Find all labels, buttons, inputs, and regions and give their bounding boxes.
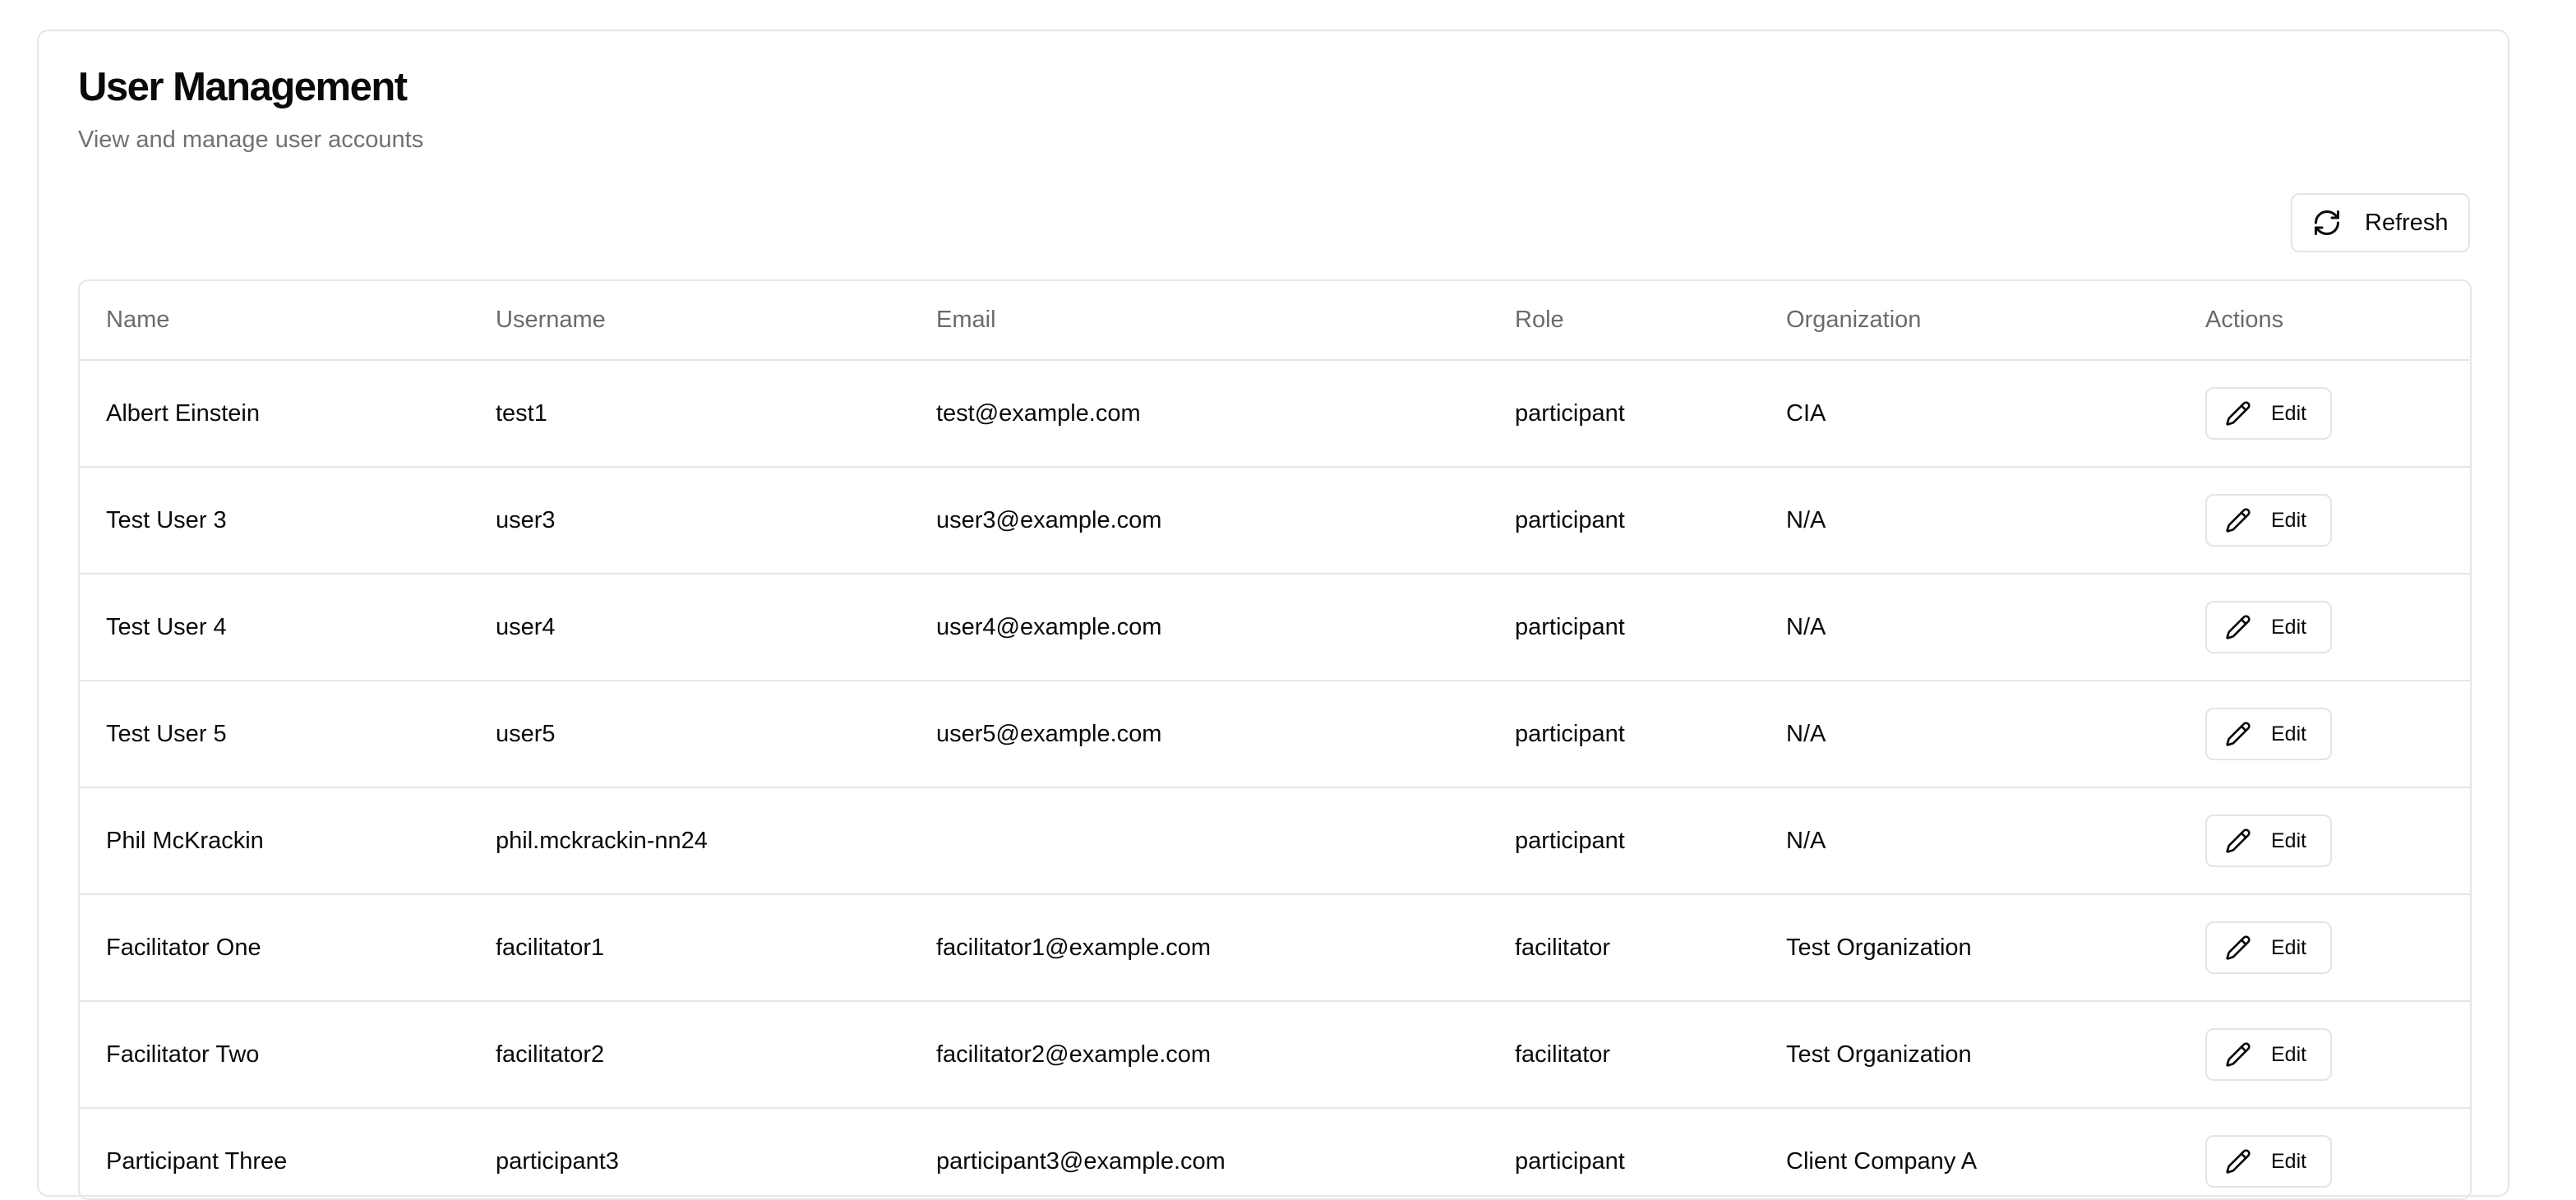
cell-email: user5@example.com <box>910 681 1489 788</box>
cell-email: test@example.com <box>910 360 1489 468</box>
user-management-card: User Management View and manage user acc… <box>37 30 2509 1200</box>
edit-button[interactable]: Edit <box>2205 1028 2332 1081</box>
page-title: User Management <box>78 65 408 109</box>
cell-organization: Test Organization <box>1760 1001 2179 1109</box>
edit-button-label: Edit <box>2271 1042 2307 1066</box>
cell-actions: Edit <box>2179 1108 2470 1198</box>
refresh-icon <box>2312 208 2342 238</box>
pencil-icon <box>2225 721 2251 747</box>
edit-button-label: Edit <box>2271 401 2307 425</box>
users-table-container: Name Username Email Role Organization Ac… <box>78 279 2472 1200</box>
column-header-actions: Actions <box>2179 281 2470 361</box>
cell-username: facilitator1 <box>469 894 910 1002</box>
cell-email: user3@example.com <box>910 467 1489 575</box>
cell-name: Albert Einstein <box>80 360 469 468</box>
cell-role: participant <box>1489 574 1760 681</box>
table-body: Albert Einstein test1 test@example.com p… <box>80 360 2470 1198</box>
edit-button-label: Edit <box>2271 615 2307 639</box>
table-row: Test User 4 user4 user4@example.com part… <box>80 574 2470 681</box>
table-row: Phil McKrackin phil.mckrackin-nn24 parti… <box>80 787 2470 895</box>
refresh-button[interactable]: Refresh <box>2291 193 2470 252</box>
cell-role: participant <box>1489 467 1760 575</box>
cell-role: participant <box>1489 681 1760 788</box>
cell-organization: Test Organization <box>1760 894 2179 1002</box>
cell-username: facilitator2 <box>469 1001 910 1109</box>
refresh-button-label: Refresh <box>2365 209 2449 236</box>
table-row: Facilitator One facilitator1 facilitator… <box>80 894 2470 1002</box>
cell-organization: N/A <box>1760 467 2179 575</box>
cell-name: Facilitator Two <box>80 1001 469 1109</box>
cell-actions: Edit <box>2179 894 2470 1002</box>
cell-actions: Edit <box>2179 1001 2470 1109</box>
cell-name: Test User 5 <box>80 681 469 788</box>
cell-actions: Edit <box>2179 467 2470 575</box>
column-header-email: Email <box>910 281 1489 361</box>
pencil-icon <box>2225 1041 2251 1068</box>
cell-role: facilitator <box>1489 1001 1760 1109</box>
column-header-role: Role <box>1489 281 1760 361</box>
pencil-icon <box>2225 1148 2251 1175</box>
table-header: Name Username Email Role Organization Ac… <box>80 281 2470 361</box>
cell-organization: N/A <box>1760 787 2179 895</box>
cell-role: facilitator <box>1489 894 1760 1002</box>
edit-button[interactable]: Edit <box>2205 708 2332 760</box>
cell-email: facilitator1@example.com <box>910 894 1489 1002</box>
cell-actions: Edit <box>2179 681 2470 788</box>
header-row: Name Username Email Role Organization Ac… <box>80 281 2470 361</box>
page-subtitle: View and manage user accounts <box>78 127 424 153</box>
cell-name: Phil McKrackin <box>80 787 469 895</box>
pencil-icon <box>2225 400 2251 427</box>
cell-organization: N/A <box>1760 681 2179 788</box>
cell-actions: Edit <box>2179 360 2470 468</box>
edit-button[interactable]: Edit <box>2205 601 2332 653</box>
cell-username: user4 <box>469 574 910 681</box>
cell-name: Participant Three <box>80 1108 469 1198</box>
cell-organization: CIA <box>1760 360 2179 468</box>
cell-email: user4@example.com <box>910 574 1489 681</box>
cell-actions: Edit <box>2179 574 2470 681</box>
column-header-name: Name <box>80 281 469 361</box>
edit-button-label: Edit <box>2271 935 2307 959</box>
cell-username: user5 <box>469 681 910 788</box>
pencil-icon <box>2225 507 2251 533</box>
cell-name: Test User 4 <box>80 574 469 681</box>
cell-role: participant <box>1489 787 1760 895</box>
cell-username: user3 <box>469 467 910 575</box>
pencil-icon <box>2225 828 2251 854</box>
table-row: Participant Three participant3 participa… <box>80 1108 2470 1198</box>
cell-organization: Client Company A <box>1760 1108 2179 1198</box>
cell-role: participant <box>1489 1108 1760 1198</box>
cell-username: test1 <box>469 360 910 468</box>
column-header-organization: Organization <box>1760 281 2179 361</box>
cell-username: phil.mckrackin-nn24 <box>469 787 910 895</box>
cell-email <box>910 787 1489 895</box>
table-row: Test User 3 user3 user3@example.com part… <box>80 467 2470 575</box>
edit-button[interactable]: Edit <box>2205 1135 2332 1188</box>
column-header-username: Username <box>469 281 910 361</box>
cell-organization: N/A <box>1760 574 2179 681</box>
edit-button[interactable]: Edit <box>2205 387 2332 440</box>
cell-username: participant3 <box>469 1108 910 1198</box>
edit-button[interactable]: Edit <box>2205 815 2332 867</box>
cell-name: Facilitator One <box>80 894 469 1002</box>
table-row: Facilitator Two facilitator2 facilitator… <box>80 1001 2470 1109</box>
edit-button[interactable]: Edit <box>2205 921 2332 974</box>
edit-button-label: Edit <box>2271 1149 2307 1173</box>
pencil-icon <box>2225 935 2251 961</box>
edit-button[interactable]: Edit <box>2205 494 2332 547</box>
cell-email: facilitator2@example.com <box>910 1001 1489 1109</box>
cell-actions: Edit <box>2179 787 2470 895</box>
edit-button-label: Edit <box>2271 508 2307 532</box>
users-table: Name Username Email Role Organization Ac… <box>80 281 2470 1198</box>
cell-name: Test User 3 <box>80 467 469 575</box>
edit-button-label: Edit <box>2271 722 2307 745</box>
pencil-icon <box>2225 614 2251 640</box>
edit-button-label: Edit <box>2271 828 2307 852</box>
table-row: Albert Einstein test1 test@example.com p… <box>80 360 2470 468</box>
cell-email: participant3@example.com <box>910 1108 1489 1198</box>
table-row: Test User 5 user5 user5@example.com part… <box>80 681 2470 788</box>
cell-role: participant <box>1489 360 1760 468</box>
